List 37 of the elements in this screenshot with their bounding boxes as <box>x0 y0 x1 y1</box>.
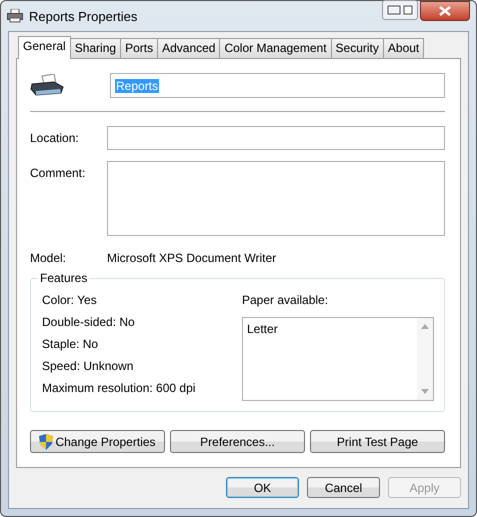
tab[interactable]: Security <box>330 38 384 58</box>
dialog-button[interactable]: OK <box>226 477 299 498</box>
action-button[interactable]: Print Test Page <box>310 430 445 453</box>
feature-text: Color: Yes <box>42 293 98 307</box>
dialog-button[interactable]: Cancel <box>307 477 380 498</box>
close-button[interactable] <box>420 1 470 21</box>
tab[interactable]: Advanced <box>157 38 220 58</box>
field-label: Location: <box>30 130 80 145</box>
tab[interactable]: Ports <box>120 38 158 58</box>
tab[interactable]: Color Management <box>219 38 332 58</box>
printer-icon <box>7 9 23 23</box>
feature-text: Speed: Unknown <box>42 359 134 373</box>
location-field[interactable] <box>107 126 445 150</box>
window-title: Reports Properties <box>29 8 138 24</box>
tab[interactable]: General <box>18 36 71 59</box>
comment-field[interactable] <box>107 161 445 236</box>
paper-label: Paper available: <box>242 293 330 307</box>
feature-text: Staple: No <box>42 337 100 351</box>
list-item[interactable]: Letter <box>247 322 413 336</box>
tab[interactable]: About <box>382 38 424 58</box>
window-snap-icon[interactable] <box>382 0 418 20</box>
action-button[interactable]: Change Properties <box>30 430 165 453</box>
scrollbar[interactable] <box>417 318 433 400</box>
group-title: Features <box>38 271 90 285</box>
shield-icon <box>39 434 54 450</box>
feature-text: Double-sided: No <box>42 315 136 329</box>
field-label: Comment: <box>30 165 86 180</box>
printer-name-text: Reports <box>115 78 160 92</box>
model-value: Microsoft XPS Document Writer <box>107 251 276 265</box>
model-label: Model: <box>30 251 68 265</box>
feature-text: Maximum resolution: 600 dpi <box>42 381 196 395</box>
scroll-down-icon[interactable] <box>421 389 429 394</box>
printer-icon <box>30 74 64 98</box>
tab[interactable]: Sharing <box>70 38 122 58</box>
scroll-up-icon[interactable] <box>421 324 429 329</box>
action-button[interactable]: Preferences... <box>170 430 305 453</box>
close-icon <box>439 6 451 16</box>
